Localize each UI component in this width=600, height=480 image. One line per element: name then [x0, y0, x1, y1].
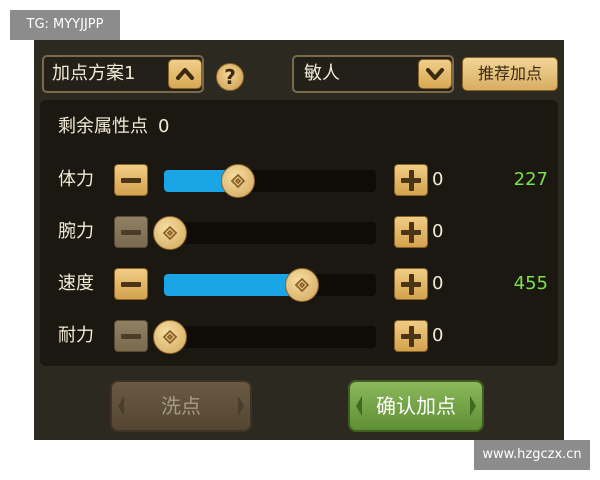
stat-total-value: 455: [513, 273, 548, 294]
scheme-selector[interactable]: 加点方案1: [42, 55, 204, 93]
plus-icon-vertical: [409, 274, 414, 295]
ornament-left-icon: [118, 396, 124, 416]
minus-icon: [121, 178, 141, 183]
plus-button[interactable]: [394, 268, 428, 300]
stat-allocation-window: 加点方案1 ? 敏人 推荐加点 剩余属性点 0 体力 0 227 腕力 0 速度 0 455 耐力…: [34, 40, 564, 440]
stat-slider-track[interactable]: [164, 164, 376, 198]
confirm-allocation-label: 确认加点: [376, 394, 456, 418]
stat-slider-track[interactable]: [153, 216, 376, 250]
stat-allocated-value: 0: [432, 169, 444, 190]
stat-name: 速度: [58, 273, 94, 294]
stat-row: 腕力 0: [40, 212, 558, 252]
class-selector[interactable]: 敏人: [292, 55, 454, 93]
plus-button[interactable]: [394, 320, 428, 352]
stat-row: 耐力 0: [40, 316, 558, 356]
remaining-points-value: 0: [158, 116, 170, 137]
stat-allocated-value: 0: [432, 273, 444, 294]
scheme-toggle-button[interactable]: [168, 59, 202, 89]
class-label: 敏人: [304, 63, 340, 84]
stats-panel: 剩余属性点 0 体力 0 227 腕力 0 速度 0 455 耐力 0: [40, 100, 558, 366]
minus-button[interactable]: [114, 268, 148, 300]
minus-button[interactable]: [114, 320, 148, 352]
chevron-up-icon: [176, 68, 194, 80]
stat-slider-fill: [164, 274, 302, 296]
stat-allocated-value: 0: [432, 325, 444, 346]
ornament-right-icon: [470, 396, 476, 416]
reset-points-label: 洗点: [161, 394, 201, 418]
minus-icon: [121, 230, 141, 235]
plus-icon-vertical: [409, 222, 414, 243]
remaining-points: 剩余属性点 0: [58, 115, 169, 139]
slider-knob[interactable]: [221, 164, 256, 198]
confirm-allocation-button[interactable]: 确认加点: [348, 380, 484, 432]
plus-button[interactable]: [394, 216, 428, 248]
watermark-top-left: TG: MYYJJPP: [10, 10, 120, 40]
scheme-label: 加点方案1: [52, 63, 136, 84]
stat-row: 速度 0 455: [40, 264, 558, 304]
ornament-left-icon: [356, 396, 362, 416]
minus-button[interactable]: [114, 216, 148, 248]
chevron-down-icon: [426, 68, 444, 80]
plus-button[interactable]: [394, 164, 428, 196]
stat-total-value: 227: [513, 169, 548, 190]
remaining-points-label: 剩余属性点: [58, 116, 148, 137]
slider-knob[interactable]: [284, 268, 319, 302]
stat-slider-track[interactable]: [164, 268, 376, 302]
stat-name: 腕力: [58, 221, 94, 242]
slider-knob[interactable]: [153, 216, 187, 250]
stat-slider-track[interactable]: [153, 320, 376, 354]
stat-row: 体力 0 227: [40, 160, 558, 200]
top-bar: 加点方案1 ? 敏人 推荐加点: [34, 40, 564, 100]
plus-icon-vertical: [409, 326, 414, 347]
reset-points-button[interactable]: 洗点: [110, 380, 252, 432]
watermark-bottom-right: www.hzgczx.cn: [474, 440, 590, 470]
swirl-icon: [294, 277, 310, 293]
recommend-allocation-button[interactable]: 推荐加点: [462, 57, 558, 91]
ornament-right-icon: [238, 396, 244, 416]
minus-icon: [121, 334, 141, 339]
stat-name: 体力: [58, 169, 94, 190]
class-dropdown-button[interactable]: [418, 59, 452, 89]
minus-button[interactable]: [114, 164, 148, 196]
swirl-icon: [162, 225, 178, 241]
swirl-icon: [162, 329, 178, 345]
minus-icon: [121, 282, 141, 287]
help-button[interactable]: ?: [216, 63, 244, 91]
plus-icon-vertical: [409, 170, 414, 191]
swirl-icon: [230, 173, 246, 189]
slider-knob[interactable]: [153, 320, 187, 354]
stat-allocated-value: 0: [432, 221, 444, 242]
stat-name: 耐力: [58, 325, 94, 346]
